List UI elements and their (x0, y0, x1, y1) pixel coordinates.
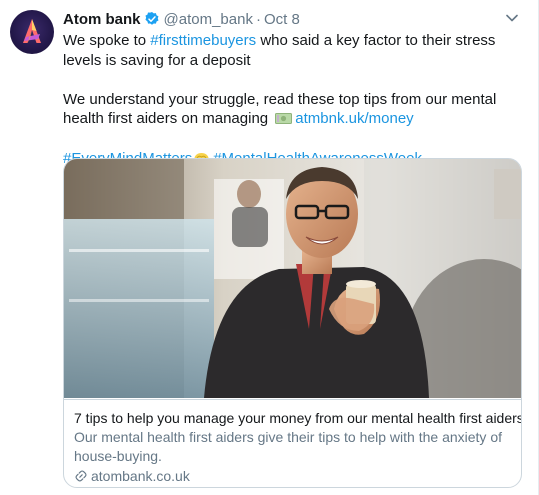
hashtag-firsttimebuyers[interactable]: #firsttimebuyers (150, 32, 256, 49)
card-domain: atombank.co.uk (91, 468, 190, 484)
card-photo-illustration (64, 159, 521, 398)
link-preview-card[interactable]: 7 tips to help you manage your money fro… (63, 158, 522, 488)
link-icon (75, 470, 87, 482)
author-name[interactable]: Atom bank (63, 11, 141, 28)
tweet-text: We spoke to #firsttimebuyers who said a … (63, 31, 523, 168)
tweet[interactable]: Atom bank @atom_bank · Oct 8 We spoke to #f… (0, 0, 539, 495)
caret-down-icon[interactable] (504, 10, 520, 26)
card-image (64, 159, 521, 398)
card-domain-row: atombank.co.uk (74, 467, 511, 485)
tweet-date[interactable]: Oct 8 (264, 11, 300, 28)
tweet-link[interactable]: atmbnk.uk/money (295, 110, 413, 127)
tweet-text-part: We spoke to (63, 32, 151, 49)
separator-dot: · (255, 11, 261, 28)
card-body: 7 tips to help you manage your money fro… (64, 399, 521, 487)
author-handle[interactable]: @atom_bank (164, 11, 253, 28)
verified-badge-icon (144, 11, 160, 33)
avatar[interactable] (10, 10, 54, 54)
money-emoji (275, 111, 293, 125)
card-description: Our mental health first aiders give thei… (74, 429, 502, 464)
tweet-header: Atom bank @atom_bank · Oct 8 (63, 10, 528, 30)
card-title[interactable]: 7 tips to help you manage your money fro… (74, 409, 521, 427)
atom-bank-logo-icon (23, 19, 41, 43)
